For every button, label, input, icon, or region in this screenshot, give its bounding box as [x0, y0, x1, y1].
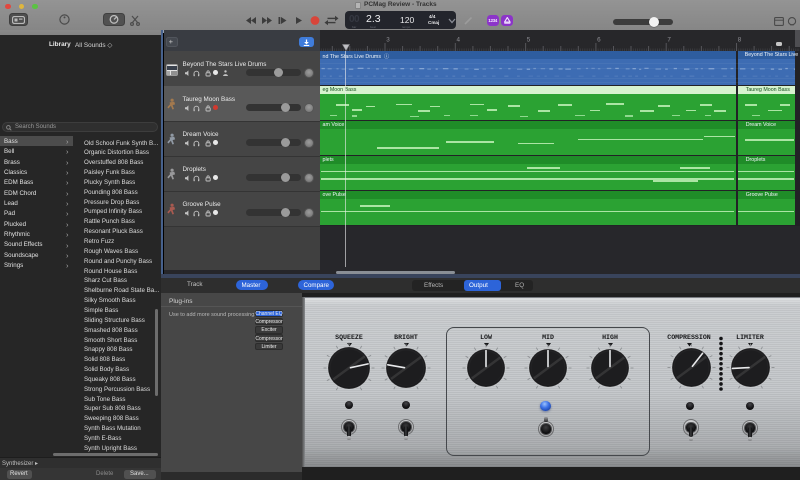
- svg-text:3: 3: [386, 37, 390, 44]
- svg-text:5: 5: [527, 37, 531, 44]
- svg-text:4: 4: [457, 37, 461, 44]
- svg-text:7: 7: [667, 37, 671, 44]
- svg-text:8: 8: [738, 37, 742, 44]
- svg-text:6: 6: [597, 37, 601, 44]
